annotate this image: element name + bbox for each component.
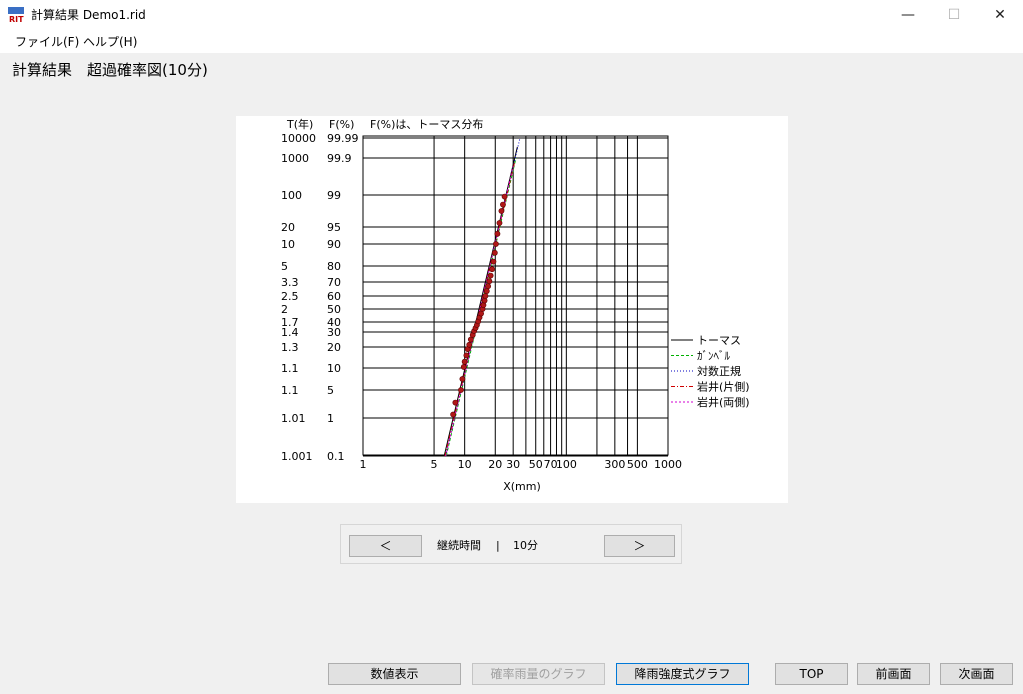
- menu-file[interactable]: ファイル(F): [15, 34, 79, 50]
- title-bar: RIT 計算結果 Demo1.rid — ☐ ✕: [0, 0, 1023, 31]
- x-tick-label: 1000: [654, 458, 682, 471]
- data-point: [501, 193, 508, 200]
- numeric-display-button[interactable]: 数値表示: [328, 663, 461, 685]
- probability-tick-label: 5: [327, 384, 334, 397]
- x-tick-label: 300: [604, 458, 625, 471]
- return-period-tick-label: 2: [281, 303, 288, 316]
- maximize-button[interactable]: ☐: [931, 0, 977, 31]
- probability-tick-label: 70: [327, 276, 341, 289]
- x-tick-label: 100: [556, 458, 577, 471]
- window-title: 計算結果 Demo1.rid: [31, 8, 146, 22]
- probability-tick-label: 95: [327, 221, 341, 234]
- return-period-tick-label: 5: [281, 260, 288, 273]
- legend-label: トーマス: [697, 334, 741, 347]
- app-logo-icon: RIT: [8, 7, 24, 23]
- data-point: [490, 258, 497, 265]
- top-button[interactable]: TOP: [775, 663, 848, 685]
- probability-tick-label: 20: [327, 341, 341, 354]
- return-period-tick-label: 1000: [281, 152, 309, 165]
- x-tick-label: 20: [488, 458, 502, 471]
- return-period-tick-label: 1.001: [281, 450, 313, 463]
- x-tick-label: 1: [360, 458, 367, 471]
- return-period-tick-label: 3.3: [281, 276, 299, 289]
- x-tick-label: 30: [506, 458, 520, 471]
- data-point: [466, 341, 473, 348]
- chart-t-header: T(年): [286, 117, 313, 131]
- previous-screen-button[interactable]: 前画面: [857, 663, 930, 685]
- probability-tick-label: 50: [327, 303, 341, 316]
- probability-tick-label: 10: [327, 362, 341, 375]
- minimize-button[interactable]: —: [885, 0, 931, 31]
- data-point: [486, 278, 493, 285]
- next-screen-button[interactable]: 次画面: [940, 663, 1013, 685]
- probability-tick-label: 1: [327, 412, 334, 425]
- data-point: [450, 411, 457, 418]
- probability-tick-label: 99.99: [327, 132, 359, 145]
- probability-tick-label: 0.1: [327, 450, 345, 463]
- data-point: [458, 387, 464, 393]
- next-duration-button[interactable]: ＞: [604, 535, 675, 557]
- x-tick-label: 500: [627, 458, 648, 471]
- legend-label: 岩井(片側): [697, 380, 750, 394]
- app-logo-text: RIT: [9, 15, 24, 23]
- legend-label: 岩井(両側): [697, 395, 750, 409]
- data-point: [461, 358, 468, 365]
- probability-tick-label: 90: [327, 238, 341, 251]
- x-tick-label: 10: [458, 458, 472, 471]
- duration-separator: |: [496, 539, 500, 552]
- data-point: [494, 230, 501, 237]
- return-period-tick-label: 20: [281, 221, 295, 234]
- duration-label: 継続時間: [437, 539, 481, 552]
- probability-tick-label: 80: [327, 260, 341, 273]
- return-period-tick-label: 1.3: [281, 341, 299, 354]
- return-period-tick-label: 10000: [281, 132, 316, 145]
- probability-tick-label: 99.9: [327, 152, 352, 165]
- return-period-tick-label: 1.1: [281, 384, 299, 397]
- data-point: [483, 288, 490, 294]
- data-point: [459, 376, 466, 382]
- return-period-tick-label: 1.1: [281, 362, 299, 375]
- page-title: 計算結果 超過確率図(10分): [12, 61, 208, 79]
- duration-navigator: ＜ 継続時間 | 10分 ＞: [340, 524, 682, 564]
- data-point: [487, 272, 494, 279]
- data-point: [498, 208, 505, 214]
- probability-chart-panel: T(年) F(%) F(%)は、トーマス分布 10000 99.99 1000 99.9 10…: [236, 116, 788, 503]
- data-point: [493, 241, 499, 247]
- close-button[interactable]: ✕: [977, 0, 1023, 31]
- chart-f-header: F(%): [329, 118, 354, 131]
- rainfall-intensity-graph-button[interactable]: 降雨強度式グラフ: [616, 663, 749, 685]
- data-point: [489, 266, 495, 273]
- menu-help[interactable]: ヘルプ(H): [83, 34, 137, 50]
- data-point: [496, 220, 503, 226]
- data-point: [500, 201, 506, 208]
- data-point: [460, 364, 467, 370]
- data-point: [452, 399, 459, 406]
- x-axis-label: X(mm): [503, 480, 541, 493]
- probability-rainfall-graph-button[interactable]: 確率雨量のグラフ: [472, 663, 605, 685]
- return-period-tick-label: 2.5: [281, 290, 299, 303]
- x-tick-label: 5: [431, 458, 438, 471]
- duration-value: 10分: [513, 539, 538, 552]
- probability-tick-label: 99: [327, 189, 341, 202]
- return-period-tick-label: 1.4: [281, 326, 299, 339]
- menu-bar: ファイル(F) ヘルプ(H): [0, 31, 1023, 53]
- probability-tick-label: 30: [327, 326, 341, 339]
- legend-label: ｶﾞﾝﾍﾞﾙ: [697, 350, 730, 363]
- data-point: [491, 249, 498, 256]
- legend-label: 対数正規: [697, 364, 741, 378]
- data-point: [482, 293, 489, 299]
- prev-duration-button[interactable]: ＜: [349, 535, 422, 557]
- return-period-tick-label: 10: [281, 238, 295, 251]
- data-point: [485, 283, 491, 290]
- x-tick-label: 50: [529, 458, 543, 471]
- probability-tick-label: 60: [327, 290, 341, 303]
- data-point: [463, 352, 470, 359]
- chart-distribution-note: F(%)は、トーマス分布: [370, 118, 483, 131]
- probability-chart: T(年) F(%) F(%)は、トーマス分布10000 99.991000 99.910…: [281, 117, 750, 493]
- return-period-tick-label: 1.01: [281, 412, 306, 425]
- return-period-tick-label: 100: [281, 189, 302, 202]
